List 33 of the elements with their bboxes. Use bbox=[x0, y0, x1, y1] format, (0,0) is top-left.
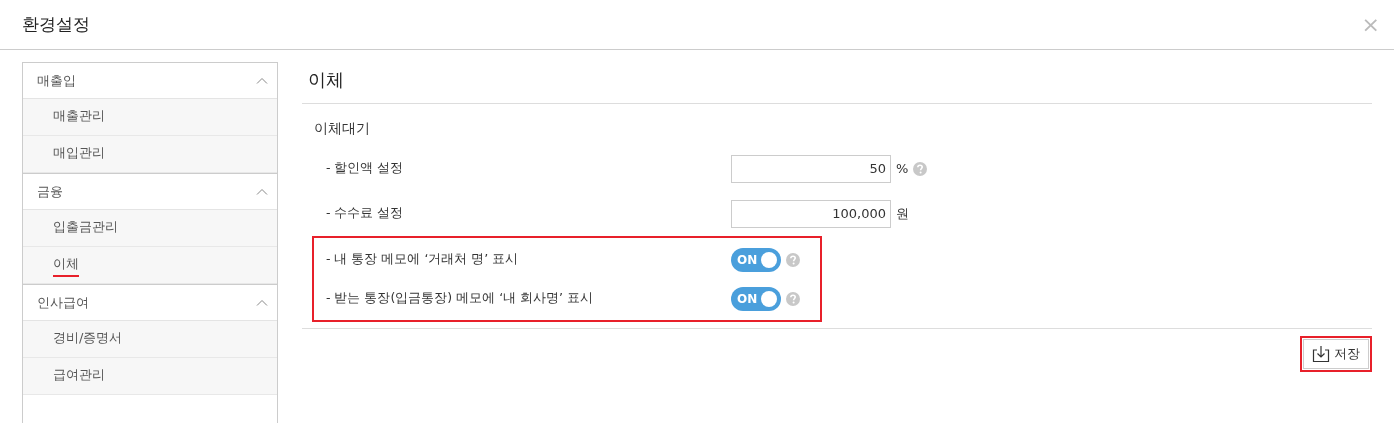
input-field[interactable]: 100,000 bbox=[731, 199, 891, 228]
save-button[interactable]: 저장 bbox=[1303, 339, 1369, 369]
sidebar-item[interactable]: 매출관리 bbox=[23, 99, 277, 136]
item-label: 이체 bbox=[53, 253, 79, 277]
sidebar-group-header[interactable]: 금융 bbox=[23, 173, 277, 210]
sidebar-item[interactable]: 경비/증명서 bbox=[23, 321, 277, 358]
download-icon bbox=[1312, 345, 1330, 363]
setting-label: - 수수료 설정 bbox=[326, 205, 405, 222]
item-label: 경비/증명서 bbox=[53, 329, 123, 347]
input-field[interactable]: 50 bbox=[731, 154, 891, 183]
sidebar-item[interactable]: 매입관리 bbox=[23, 136, 277, 173]
item-label: 매출관리 bbox=[53, 107, 105, 125]
sidebar-group-header[interactable]: 인사급여 bbox=[23, 284, 277, 321]
setting-label: - 할인액 설정 bbox=[326, 160, 405, 177]
dialog-title: 환경설정 bbox=[22, 13, 90, 36]
unit-label: % bbox=[896, 161, 909, 176]
unit-label: 원 bbox=[896, 204, 909, 223]
item-label: 매입관리 bbox=[53, 144, 105, 162]
item-label: 입출금관리 bbox=[53, 218, 118, 236]
section-title: 이체대기 bbox=[313, 119, 371, 138]
group-label: 금융 bbox=[37, 182, 63, 201]
group-label: 인사급여 bbox=[37, 293, 89, 312]
setting-label: - 받는 통장(입금통장) 메모에 ‘내 회사명’ 표시 bbox=[326, 290, 595, 307]
chevron-up-icon bbox=[256, 188, 268, 195]
setting-label: - 내 통장 메모에 ‘거래처 명’ 표시 bbox=[326, 251, 520, 268]
sidebar-item[interactable]: 이체 bbox=[23, 247, 277, 284]
page-title: 이체 bbox=[302, 62, 1372, 104]
sidebar-item[interactable]: 급여관리 bbox=[23, 358, 277, 395]
item-label: 급여관리 bbox=[53, 366, 105, 384]
group-label: 매출입 bbox=[37, 71, 76, 90]
chevron-up-icon bbox=[256, 77, 268, 84]
chevron-up-icon bbox=[256, 299, 268, 306]
sidebar-item[interactable]: 입출금관리 bbox=[23, 210, 277, 247]
